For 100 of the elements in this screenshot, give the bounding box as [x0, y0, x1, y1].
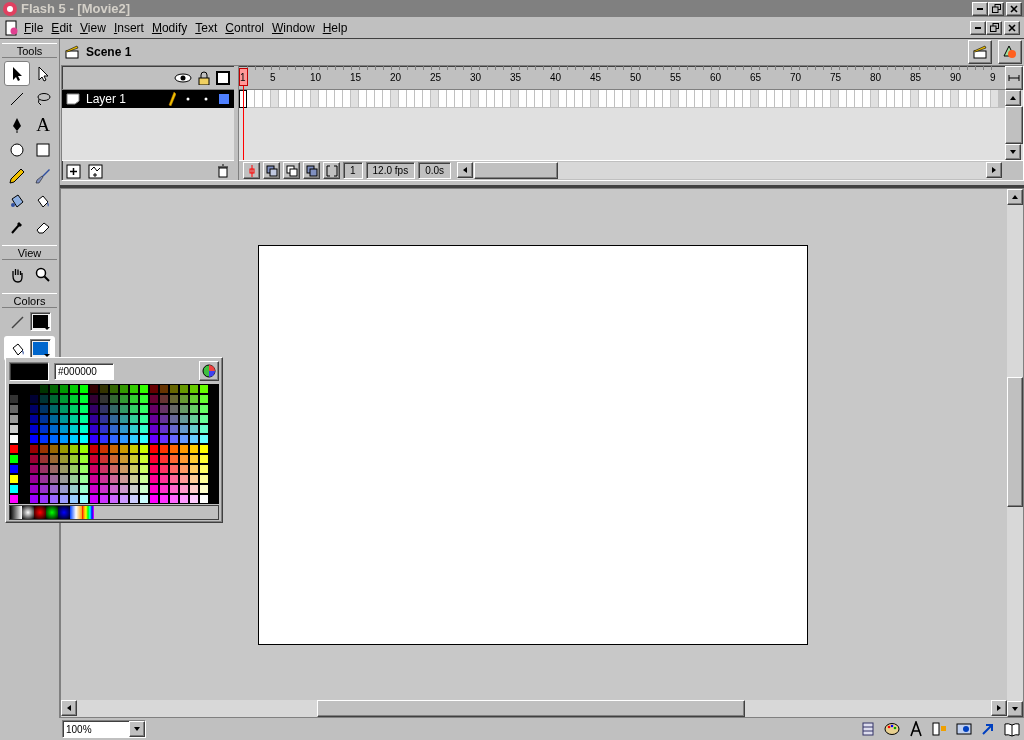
magnifier-icon [35, 267, 51, 283]
menu-item[interactable]: Text [191, 20, 222, 35]
restore-button[interactable] [988, 1, 1004, 16]
square-icon [35, 142, 51, 158]
restore-button[interactable] [986, 20, 1002, 35]
frame-number: 55 [670, 72, 682, 83]
color-wheel-icon [202, 364, 216, 378]
paint-bucket-icon [35, 193, 51, 209]
add-layer-icon [66, 162, 82, 179]
swatch-grid[interactable] [9, 384, 219, 504]
gradient-swatch[interactable] [70, 506, 82, 519]
restore-icon [989, 23, 999, 32]
zoom-dropdown[interactable]: 100% [62, 720, 146, 738]
minimize-icon [977, 7, 983, 10]
hex-field[interactable]: #000000 [54, 362, 114, 380]
menu-item[interactable]: Modify [147, 20, 192, 35]
down-arrow-icon [1009, 148, 1017, 156]
scroll-up-button[interactable] [1005, 90, 1021, 106]
frame-view-button[interactable] [1005, 66, 1023, 90]
left-arrow-icon [461, 166, 470, 174]
brush-icon [35, 167, 51, 184]
scrollbar-thumb[interactable] [1007, 377, 1023, 507]
layer-name: Layer 1 [86, 92, 128, 106]
lasso-icon [35, 91, 51, 107]
hollow-arrow-icon [35, 65, 51, 82]
palette-icon [884, 721, 900, 737]
onion-outline-button[interactable] [283, 162, 300, 179]
scroll-left-button[interactable] [457, 162, 474, 178]
edit-symbols-button[interactable] [998, 40, 1022, 64]
onion-skin-button[interactable] [263, 162, 280, 179]
clapperboard-icon [64, 44, 80, 60]
layers-panel-icon [860, 721, 876, 737]
minimize-button[interactable] [970, 20, 986, 35]
bracket-icon [325, 164, 338, 177]
playhead[interactable] [239, 68, 248, 86]
frame-number: 35 [510, 72, 522, 83]
tool-button[interactable]: A [30, 112, 56, 137]
scroll-up-button[interactable] [1007, 189, 1023, 205]
shapes-icon [1002, 44, 1018, 60]
menu-item[interactable]: View [76, 20, 110, 35]
gradient-swatch[interactable] [82, 506, 94, 519]
scroll-down-button[interactable] [1005, 144, 1021, 160]
right-arrow-icon [990, 166, 998, 174]
close-button[interactable] [1004, 20, 1020, 35]
square-outline-icon [216, 70, 230, 85]
center-frame-button[interactable] [243, 162, 260, 179]
scrollbar-thumb[interactable] [474, 162, 559, 179]
frame-number: 65 [750, 72, 762, 83]
gradient-swatch[interactable] [46, 506, 58, 519]
gradient-swatch[interactable] [34, 506, 46, 519]
arrow-icon [980, 721, 996, 737]
menu-item[interactable]: Control [221, 20, 268, 35]
frame-number: 10 [310, 72, 322, 83]
scroll-left-button[interactable] [61, 700, 77, 716]
up-arrow-icon [1011, 193, 1019, 201]
frame-number: 25 [430, 72, 442, 83]
up-arrow-icon [1009, 94, 1017, 102]
page-icon [66, 93, 80, 105]
ink-bottle-icon [9, 193, 25, 209]
frame-number: 45 [590, 72, 602, 83]
edit-multiple-frames-button[interactable] [303, 162, 320, 179]
book-icon [1004, 721, 1020, 737]
section-title: Tools [2, 43, 57, 58]
menu-item[interactable]: Insert [109, 20, 148, 35]
scroll-down-button[interactable] [1007, 701, 1023, 717]
scrollbar-thumb[interactable] [1005, 106, 1023, 144]
color-picker-button[interactable] [199, 361, 219, 381]
frame-number: 90 [950, 72, 962, 83]
frame-number: 1 [240, 72, 246, 83]
section-title: Colors [2, 293, 57, 308]
menu-item[interactable]: Window [268, 20, 319, 35]
frame-number: 9 [990, 72, 996, 83]
scroll-right-button[interactable] [991, 700, 1007, 716]
layer-row[interactable]: Layer 1 [62, 90, 234, 108]
dropdown-button[interactable] [129, 721, 145, 737]
scrollbar-thumb[interactable] [317, 700, 745, 717]
gradient-swatch[interactable] [58, 506, 70, 519]
text-icon [908, 721, 924, 737]
add-guide-layer-icon [88, 162, 104, 179]
frame-number: 60 [710, 72, 722, 83]
outline-color-icon [218, 93, 230, 105]
document-icon [4, 19, 20, 36]
right-arrow-icon [995, 704, 1003, 712]
overlapping-squares-icon [305, 164, 318, 177]
close-button[interactable] [1006, 1, 1022, 16]
frame-number: 40 [550, 72, 562, 83]
menu-item[interactable]: Help [318, 20, 352, 35]
elapsed-time: 0.0s [418, 162, 452, 179]
scroll-right-button[interactable] [986, 162, 1002, 178]
minimize-button[interactable] [972, 1, 988, 16]
onion-markers-button[interactable] [323, 162, 340, 179]
edit-scene-button[interactable] [968, 40, 992, 64]
tool-button[interactable] [4, 61, 30, 86]
gradient-swatch[interactable] [10, 506, 22, 519]
clapperboard-icon [972, 44, 988, 60]
gradient-swatch[interactable] [22, 506, 34, 519]
playhead-icon [246, 164, 257, 177]
menu-item[interactable]: File [20, 20, 48, 35]
minimize-icon [975, 26, 981, 29]
menu-item[interactable]: Edit [47, 20, 77, 35]
